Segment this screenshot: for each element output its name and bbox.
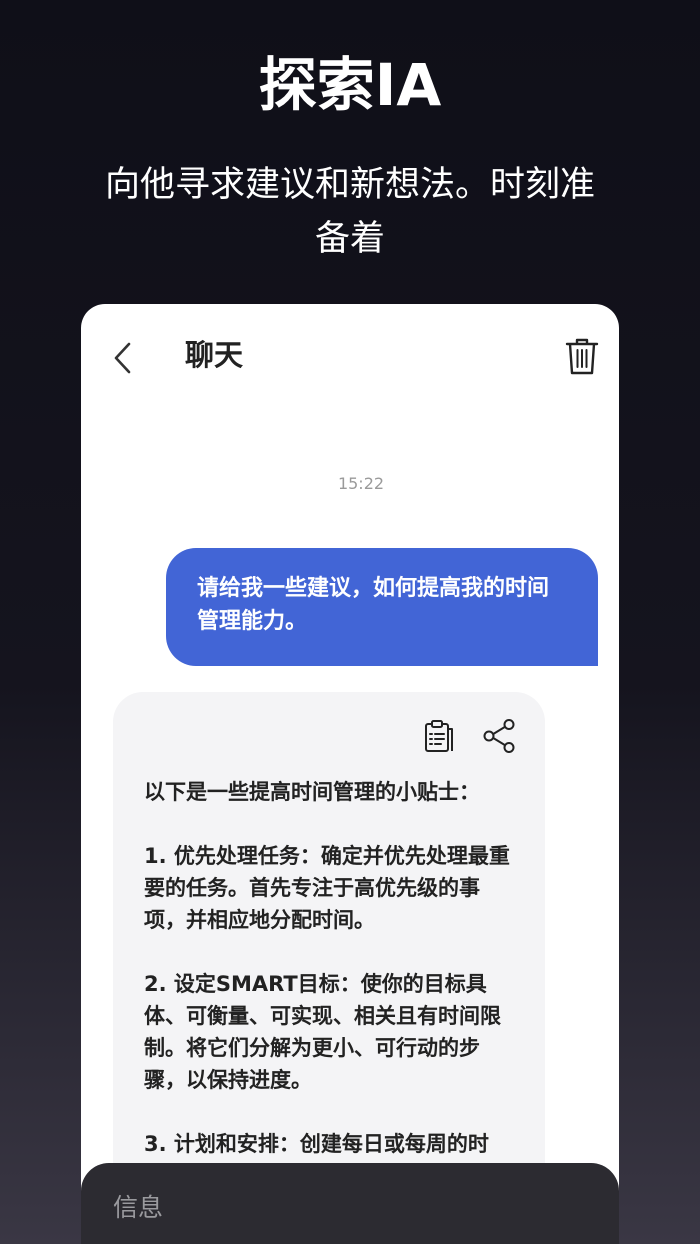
message-input[interactable]: [113, 1193, 573, 1222]
ai-message-bubble: 以下是一些提高时间管理的小贴士： 1. 优先处理任务：确定并优先处理最重要的任务…: [113, 692, 545, 1244]
promo-subline: 向他寻求建议和新想法。时刻准备着: [104, 165, 595, 259]
ai-message-actions: [421, 718, 517, 754]
ai-message-text: 以下是一些提高时间管理的小贴士： 1. 优先处理任务：确定并优先处理最重要的任务…: [144, 780, 510, 1156]
chevron-left-icon[interactable]: [109, 338, 137, 378]
clipboard-icon[interactable]: [421, 718, 457, 754]
share-icon[interactable]: [481, 718, 517, 754]
chat-screen: 聊天 15:22 请给我一些建议，如何提高我的时间管理能力。 以下是一些提高时间…: [81, 304, 619, 1244]
user-message-text: 请给我一些建议，如何提高我的时间管理能力。: [197, 576, 550, 634]
chat-title: 聊天: [185, 338, 244, 372]
trash-icon[interactable]: [565, 336, 599, 376]
promo-headline: 探索IA: [258, 51, 442, 119]
message-timestamp: 15:22: [337, 474, 385, 493]
user-message-bubble: 请给我一些建议，如何提高我的时间管理能力。: [166, 548, 598, 666]
message-input-bar: [81, 1163, 619, 1244]
